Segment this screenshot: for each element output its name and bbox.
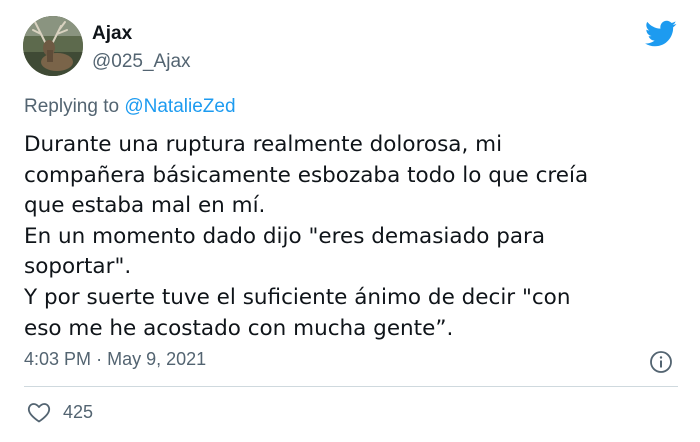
heart-icon[interactable] xyxy=(27,401,51,423)
avatar[interactable] xyxy=(23,16,83,76)
like-count: 425 xyxy=(63,402,94,422)
tweet-date: May 9, 2021 xyxy=(107,349,207,369)
reply-prefix: Replying to xyxy=(24,96,120,117)
twitter-bird-icon[interactable] xyxy=(645,20,677,48)
tweet-line: soportar". xyxy=(24,254,132,280)
author-handle[interactable]: @025_Ajax xyxy=(92,50,191,74)
elk-avatar-image xyxy=(23,16,83,76)
tweet-line: Y por suerte tuve el suficiente ánimo de… xyxy=(24,284,571,310)
tweet-time: 4:03 PM xyxy=(24,349,92,369)
reply-context: Replying to @NatalieZed xyxy=(24,94,236,120)
tweet-text: Durante una ruptura realmente dolorosa, … xyxy=(24,130,684,344)
info-icon[interactable] xyxy=(649,350,673,374)
tweet-line: En un momento dado dijo "eres demasiado … xyxy=(24,223,546,249)
tweet-line: compañera básicamente esbozaba todo lo q… xyxy=(24,162,589,188)
tweet-card: Ajax @025_Ajax Replying to @NatalieZed D… xyxy=(0,0,700,442)
tweet-line: Durante una ruptura realmente dolorosa, … xyxy=(24,132,503,157)
author-display-name[interactable]: Ajax xyxy=(92,22,132,46)
tweet-line: que estaba mal en mí. xyxy=(24,193,266,219)
meta-separator: · xyxy=(96,349,103,369)
reply-mention-link[interactable]: @NatalieZed xyxy=(124,96,235,117)
divider xyxy=(24,386,678,387)
tweet-timestamp[interactable]: 4:03 PM · May 9, 2021 xyxy=(24,346,206,372)
tweet-line: eso me he acostado con mucha gente”. xyxy=(24,315,454,341)
